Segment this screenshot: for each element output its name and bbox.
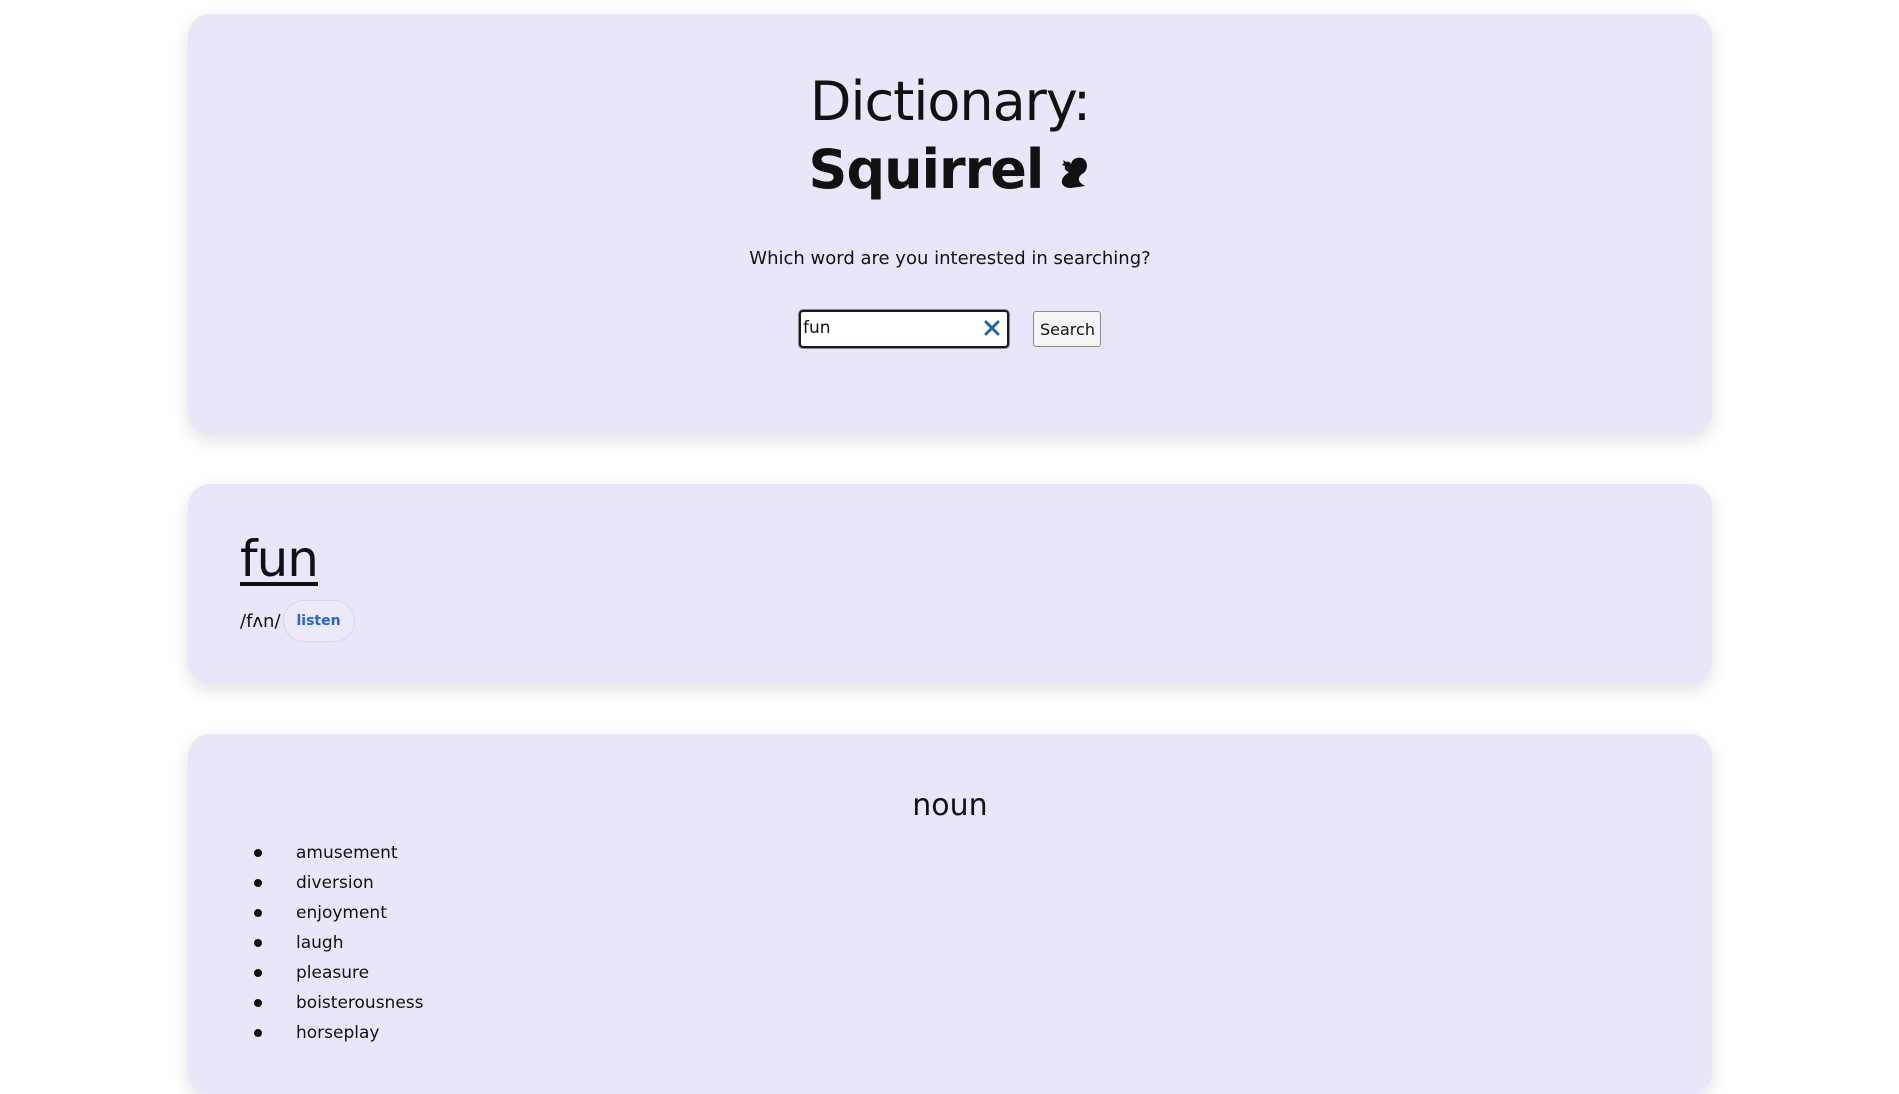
listen-button[interactable]: listen — [282, 600, 355, 642]
close-icon[interactable] — [982, 318, 1002, 338]
phonetic-row: /fʌn/ listen — [240, 600, 355, 642]
word-card: fun /fʌn/ listen — [188, 484, 1712, 684]
part-of-speech-heading: noun — [912, 788, 988, 823]
page-title: Dictionary: — [809, 70, 1091, 133]
app-name-heading: Squirrel — [188, 138, 1712, 201]
meaning-card: noun amusement diversion enjoyment laugh… — [188, 734, 1712, 1094]
list-item: diversion — [254, 868, 424, 898]
search-input[interactable] — [803, 315, 973, 341]
search-field-wrapper — [799, 310, 1009, 348]
list-item: boisterousness — [254, 988, 424, 1018]
list-item: enjoyment — [254, 898, 424, 928]
word-title: fun — [240, 530, 319, 588]
synonym-list: amusement diversion enjoyment laugh plea… — [240, 838, 424, 1048]
search-button[interactable]: Search — [1033, 311, 1101, 347]
list-item: pleasure — [254, 958, 424, 988]
app-name: Squirrel — [808, 138, 1045, 201]
list-item: laugh — [254, 928, 424, 958]
search-form: Search — [188, 310, 1712, 348]
squirrel-icon — [1062, 157, 1088, 188]
search-prompt: Which word are you interested in searchi… — [749, 248, 1151, 269]
search-card: Dictionary: Squirrel Which word are you … — [188, 14, 1712, 434]
list-item: amusement — [254, 838, 424, 868]
phonetic-text: /fʌn/ — [240, 610, 281, 632]
list-item: horseplay — [254, 1018, 424, 1048]
